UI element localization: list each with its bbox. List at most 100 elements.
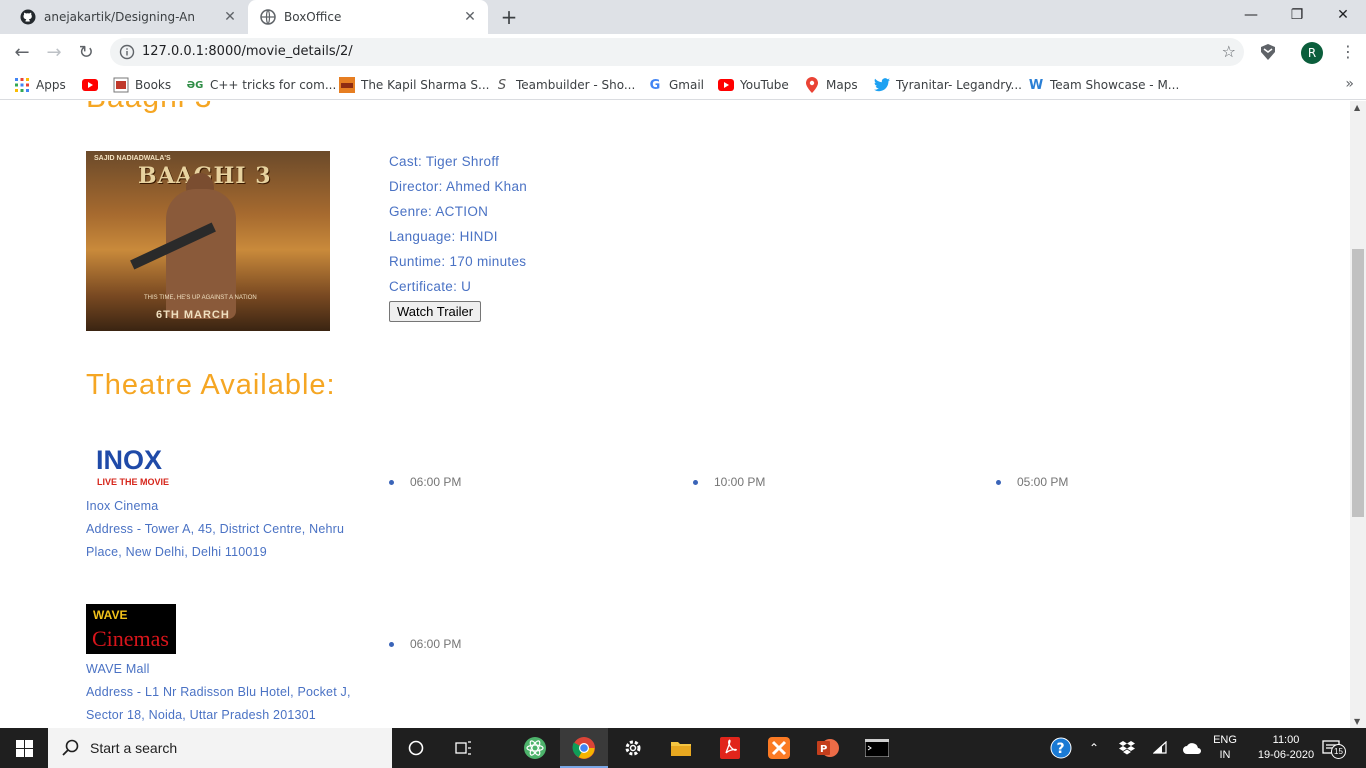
bookmark-youtube-small[interactable]: [82, 76, 104, 94]
movie-details: Cast: Tiger Shroff Director: Ahmed Khan …: [389, 153, 527, 303]
bookmark-cpp-tricks[interactable]: ƏG C++ tricks for com...: [186, 76, 337, 94]
minimize-icon[interactable]: —: [1228, 0, 1274, 30]
bookmark-team-showcase[interactable]: W Team Showcase - M...: [1028, 76, 1179, 94]
menu-kebab-icon[interactable]: ⋮: [1340, 42, 1356, 61]
taskbar-search-box[interactable]: Start a search: [48, 728, 392, 768]
extension-icon[interactable]: [1258, 42, 1278, 62]
help-icon[interactable]: ?: [1044, 728, 1078, 768]
language-indicator[interactable]: ENG IN: [1206, 733, 1244, 763]
bookmark-youtube[interactable]: YouTube: [718, 76, 789, 94]
task-view-icon[interactable]: [440, 728, 488, 768]
globe-icon: [260, 9, 276, 25]
wave-logo-subtext: Cinemas: [92, 626, 169, 651]
bullet-icon: [389, 641, 394, 647]
language-code: ENG: [1213, 734, 1237, 746]
chevron-up-icon[interactable]: ⌃: [1082, 728, 1106, 768]
bookmark-gmail[interactable]: G Gmail: [647, 76, 704, 94]
bookmark-label: Maps: [826, 78, 858, 92]
browser-toolbar: ← → ↻ 127.0.0.1:8000/movie_details/2/ ☆ …: [0, 34, 1366, 70]
youtube-icon: [82, 77, 98, 93]
books-icon: [113, 77, 129, 93]
apps-grid-icon: [14, 77, 30, 93]
theatre-name[interactable]: WAVE Mall: [86, 662, 356, 676]
address-bar[interactable]: 127.0.0.1:8000/movie_details/2/ ☆: [110, 38, 1244, 66]
bullet-icon: [693, 479, 698, 485]
theatre-address: Address - L1 Nr Radisson Blu Hotel, Pock…: [86, 685, 351, 722]
acrobat-app-icon[interactable]: [706, 728, 754, 768]
showtime-item[interactable]: 06:00 PM: [389, 637, 461, 651]
showtime-item[interactable]: 06:00 PM: [389, 475, 461, 489]
restore-icon[interactable]: ❐: [1274, 0, 1320, 30]
windows-logo-icon: [15, 739, 33, 757]
dropbox-icon[interactable]: [1114, 728, 1140, 768]
geeksforgeeks-icon: ƏG: [186, 79, 204, 91]
google-icon: G: [649, 77, 661, 93]
profile-avatar[interactable]: R: [1301, 42, 1323, 64]
close-icon[interactable]: ✕: [462, 9, 478, 25]
poster-tagline: THIS TIME, HE'S UP AGAINST A NATION: [144, 295, 257, 301]
movie-title: Baaghi 3: [86, 101, 212, 115]
more-bookmarks-icon[interactable]: »: [1345, 76, 1354, 92]
forward-icon[interactable]: →: [40, 38, 68, 66]
atom-app-icon[interactable]: [511, 728, 559, 768]
bullet-icon: [996, 479, 1001, 485]
movie-genre: Genre: ACTION: [389, 204, 489, 219]
bookmark-star-icon[interactable]: ☆: [1222, 42, 1236, 61]
movie-language: Language: HINDI: [389, 229, 498, 244]
showtime-text: 10:00 PM: [714, 475, 766, 489]
github-icon: [20, 9, 36, 25]
movie-poster: SAJID NADIADWALA'S BAAGHI 3 THIS TIME, H…: [86, 151, 330, 331]
bookmark-tyranitar[interactable]: Tyranitar- Legandry...: [874, 76, 1022, 94]
onedrive-icon[interactable]: [1178, 728, 1206, 768]
bookmark-label: Gmail: [669, 78, 705, 92]
tab-boxoffice[interactable]: BoxOffice ✕: [248, 0, 488, 34]
page-scrollbar[interactable]: ▲ ▼: [1350, 101, 1366, 728]
w-icon: W: [1028, 77, 1044, 93]
scroll-up-icon[interactable]: ▲: [1354, 103, 1360, 112]
showtime-item[interactable]: 10:00 PM: [693, 475, 765, 489]
showtime-item[interactable]: 05:00 PM: [996, 475, 1068, 489]
powerpoint-app-icon[interactable]: P: [804, 728, 852, 768]
file-explorer-icon[interactable]: [657, 728, 705, 768]
bookmark-kapil-sharma[interactable]: The Kapil Sharma S...: [339, 76, 489, 94]
notification-center-icon[interactable]: 15: [1322, 738, 1346, 759]
wave-logo-text: WAVE: [93, 608, 128, 622]
inox-logo-subtext: LIVE THE MOVIE: [97, 477, 170, 487]
watch-trailer-button[interactable]: Watch Trailer: [389, 301, 482, 322]
scrollbar-thumb[interactable]: [1352, 249, 1364, 517]
windows-start-button[interactable]: [0, 728, 48, 768]
scroll-down-icon[interactable]: ▼: [1354, 717, 1360, 726]
url-text: 127.0.0.1:8000/movie_details/2/: [142, 44, 353, 59]
wave-logo: WAVE Cinemas: [86, 604, 176, 654]
cortana-icon[interactable]: [392, 728, 440, 768]
system-clock[interactable]: 11:00 19-06-2020: [1254, 733, 1318, 763]
xampp-app-icon[interactable]: [755, 728, 803, 768]
inox-logo: INOX LIVE THE MOVIE: [86, 441, 176, 491]
region-code: IN: [1219, 749, 1231, 761]
bookmark-maps[interactable]: Maps: [804, 76, 858, 94]
window-close-icon[interactable]: ✕: [1320, 0, 1366, 30]
bookmark-label: Team Showcase - M...: [1050, 78, 1180, 92]
bookmark-teambuilder[interactable]: S Teambuilder - Sho...: [494, 76, 635, 94]
bookmark-books[interactable]: Books: [113, 76, 171, 94]
tab-title: anejakartik/Designing-An-Efficien: [44, 10, 194, 24]
youtube-icon: [718, 77, 734, 93]
back-icon[interactable]: ←: [8, 38, 36, 66]
reload-icon[interactable]: ↻: [72, 38, 100, 66]
close-icon[interactable]: ✕: [222, 9, 238, 25]
theatre-name[interactable]: Inox Cinema: [86, 499, 356, 513]
info-icon[interactable]: [119, 44, 135, 60]
bookmark-label: Teambuilder - Sho...: [516, 78, 636, 92]
poster-top-text: SAJID NADIADWALA'S: [94, 155, 171, 162]
theatre-address: Address - Tower A, 45, District Centre, …: [86, 522, 345, 559]
terminal-app-icon[interactable]: [853, 728, 901, 768]
chrome-app-icon[interactable]: [560, 728, 608, 768]
theatre-card-wave: WAVE Cinemas WAVE Mall Address - L1 Nr R…: [86, 604, 356, 727]
settings-gear-icon[interactable]: [609, 728, 657, 768]
movie-cast: Cast: Tiger Shroff: [389, 154, 500, 169]
bookmark-apps[interactable]: Apps: [14, 76, 66, 94]
new-tab-button[interactable]: +: [497, 5, 521, 29]
wifi-icon[interactable]: [1148, 728, 1174, 768]
tab-github[interactable]: anejakartik/Designing-An-Efficien ✕: [8, 0, 248, 34]
taskbar: Start a search P ? ⌃ ENG IN 11:00 19-06-…: [0, 728, 1366, 768]
